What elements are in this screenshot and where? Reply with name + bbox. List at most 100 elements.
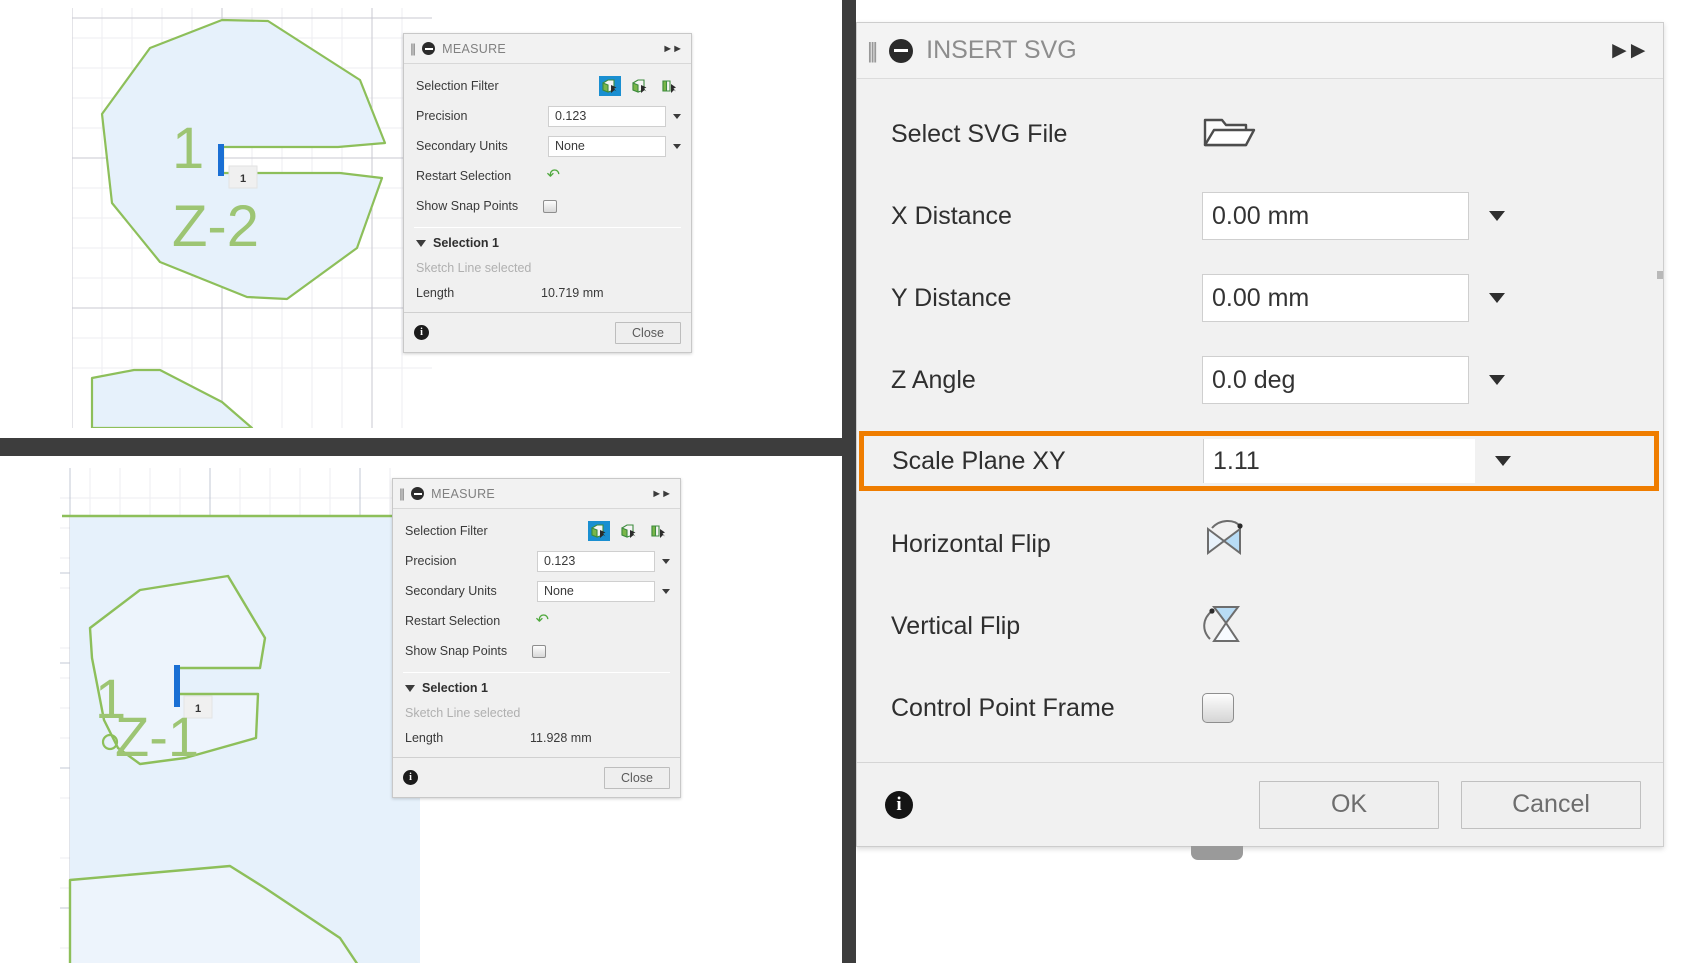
row-secondary-units: Secondary Units None bbox=[404, 131, 691, 161]
minus-circle-icon[interactable] bbox=[411, 487, 425, 500]
measure-palette-footer: i Close bbox=[393, 757, 680, 797]
x-distance-input[interactable]: 0.00 mm bbox=[1202, 192, 1469, 240]
scale-plane-xy-label: Scale Plane XY bbox=[892, 446, 1066, 475]
insert-svg-title: INSERT SVG bbox=[926, 36, 1077, 64]
control-point-frame-checkbox[interactable] bbox=[1202, 693, 1234, 723]
filter-solid-edge-icon[interactable] bbox=[629, 76, 651, 96]
row-scale-plane-xy: Scale Plane XY 1.11 bbox=[859, 431, 1659, 491]
measure-palette-titlebar[interactable]: ||| MEASURE ►► bbox=[404, 34, 691, 64]
z-angle-input[interactable]: 0.0 deg bbox=[1202, 356, 1469, 404]
double-chevron-right-icon[interactable]: ►► bbox=[1607, 37, 1649, 65]
scale-plane-xy-value: 1.11 bbox=[1213, 446, 1260, 475]
insert-svg-dialog[interactable]: ||| INSERT SVG ►► Select SVG File X Dist… bbox=[856, 22, 1664, 860]
info-icon[interactable]: i bbox=[414, 325, 429, 340]
length-label: Length bbox=[416, 286, 455, 300]
chevron-down-icon[interactable] bbox=[1489, 375, 1505, 385]
secondary-units-label: Secondary Units bbox=[405, 584, 497, 598]
sketch-canvas-bottom[interactable]: 1 1 Z-1 bbox=[60, 468, 420, 963]
cancel-button[interactable]: Cancel bbox=[1461, 780, 1641, 829]
secondary-units-dropdown[interactable]: None bbox=[537, 580, 655, 602]
z-angle-label: Z Angle bbox=[891, 365, 976, 394]
row-precision: Precision 0.123 bbox=[393, 546, 680, 576]
y-distance-label: Y Distance bbox=[891, 283, 1012, 312]
selected-sketch-line[interactable] bbox=[218, 144, 224, 176]
info-icon[interactable]: i bbox=[885, 790, 913, 819]
filter-solid-vertex-icon[interactable] bbox=[648, 521, 670, 541]
info-icon[interactable]: i bbox=[403, 770, 418, 785]
restart-selection-label: Restart Selection bbox=[416, 169, 512, 183]
row-selection-filter: Selection Filter bbox=[404, 71, 691, 101]
drag-grip-icon[interactable]: ||| bbox=[410, 41, 416, 56]
double-chevron-right-icon[interactable]: ►► bbox=[651, 488, 672, 500]
precision-value: 0.123 bbox=[544, 554, 576, 568]
divider bbox=[403, 672, 670, 673]
chevron-down-icon[interactable] bbox=[1489, 293, 1505, 303]
insert-svg-viewport: ||| INSERT SVG ►► Select SVG File X Dist… bbox=[856, 0, 1693, 963]
y-distance-value: 0.00 mm bbox=[1212, 283, 1310, 312]
chevron-down-icon[interactable] bbox=[662, 558, 670, 564]
row-selection-filter: Selection Filter bbox=[393, 516, 680, 546]
precision-dropdown[interactable]: 0.123 bbox=[537, 550, 655, 572]
chevron-down-icon[interactable] bbox=[673, 113, 681, 119]
filter-solid-face-icon[interactable] bbox=[599, 76, 621, 96]
show-snap-points-checkbox[interactable] bbox=[532, 644, 546, 658]
row-x-distance: X Distance 0.00 mm bbox=[857, 175, 1663, 257]
selected-sketch-line[interactable] bbox=[174, 665, 180, 707]
row-control-point-frame: Control Point Frame bbox=[857, 667, 1663, 749]
insert-svg-body: Select SVG File X Distance 0.00 mm Y Dis… bbox=[857, 79, 1663, 733]
close-button[interactable]: Close bbox=[615, 321, 681, 344]
double-chevron-right-icon[interactable]: ►► bbox=[662, 43, 683, 55]
chevron-down-icon[interactable] bbox=[1489, 211, 1505, 221]
precision-label: Precision bbox=[405, 554, 457, 568]
show-snap-points-label: Show Snap Points bbox=[416, 199, 519, 213]
show-snap-points-checkbox[interactable] bbox=[543, 199, 557, 213]
chevron-down-icon[interactable] bbox=[673, 143, 681, 149]
selection-status-text: Sketch Line selected bbox=[416, 261, 532, 275]
drag-grip-icon[interactable]: ||| bbox=[867, 38, 878, 64]
row-show-snap-points: Show Snap Points bbox=[393, 636, 680, 666]
filter-solid-edge-icon[interactable] bbox=[618, 521, 640, 541]
undo-arrow-icon[interactable]: ↶ bbox=[536, 613, 549, 629]
secondary-units-dropdown[interactable]: None bbox=[548, 135, 666, 157]
sketch-label-plane: Z-2 bbox=[172, 194, 259, 259]
filter-solid-face-icon[interactable] bbox=[588, 521, 610, 541]
length-readout: Length 10.719 mm bbox=[404, 284, 691, 308]
drag-grip-icon[interactable]: ||| bbox=[399, 486, 405, 501]
chevron-down-icon[interactable] bbox=[662, 588, 670, 594]
row-secondary-units: Secondary Units None bbox=[393, 576, 680, 606]
chevron-down-icon[interactable] bbox=[1495, 456, 1511, 466]
selection-section-header[interactable]: Selection 1 bbox=[393, 677, 680, 701]
selection-status-text: Sketch Line selected bbox=[405, 706, 521, 720]
chevron-down-icon[interactable] bbox=[416, 239, 426, 247]
minus-circle-icon[interactable] bbox=[422, 42, 436, 55]
selection-section-header[interactable]: Selection 1 bbox=[404, 232, 691, 256]
measure-palette-footer: i Close bbox=[404, 312, 691, 352]
x-distance-label: X Distance bbox=[891, 201, 1012, 230]
measure-palette-bottom[interactable]: ||| MEASURE ►► Selection Filter Precisio… bbox=[392, 478, 681, 798]
close-button[interactable]: Close bbox=[604, 766, 670, 789]
ok-button[interactable]: OK bbox=[1259, 780, 1439, 829]
precision-dropdown[interactable]: 0.123 bbox=[548, 105, 666, 127]
y-distance-input[interactable]: 0.00 mm bbox=[1202, 274, 1469, 322]
measure-palette-top[interactable]: ||| MEASURE ►► Selection Filter Precisio… bbox=[403, 33, 692, 353]
open-folder-icon[interactable] bbox=[1202, 111, 1256, 158]
dialog-resize-handle[interactable] bbox=[1191, 846, 1243, 860]
filter-solid-vertex-icon[interactable] bbox=[659, 76, 681, 96]
horizontal-flip-icon[interactable] bbox=[1202, 519, 1252, 570]
insert-svg-titlebar[interactable]: ||| INSERT SVG ►► bbox=[857, 23, 1663, 79]
sketch-canvas-top[interactable]: 1 1 Z-2 bbox=[72, 8, 432, 428]
vertical-flip-icon[interactable] bbox=[1202, 601, 1252, 652]
scale-plane-xy-input[interactable]: 1.11 bbox=[1203, 439, 1475, 483]
precision-value: 0.123 bbox=[555, 109, 587, 123]
divider bbox=[414, 227, 681, 228]
secondary-units-label: Secondary Units bbox=[416, 139, 508, 153]
secondary-units-value: None bbox=[555, 139, 585, 153]
chevron-down-icon[interactable] bbox=[405, 684, 415, 692]
undo-arrow-icon[interactable]: ↶ bbox=[547, 168, 560, 184]
measure-palette-titlebar[interactable]: ||| MEASURE ►► bbox=[393, 479, 680, 509]
bottom-left-viewport: 1 1 Z-1 ||| MEASURE ►► Selection Filter bbox=[0, 456, 842, 963]
minus-circle-icon[interactable] bbox=[889, 38, 914, 63]
selection-filter-label: Selection Filter bbox=[405, 524, 488, 538]
row-z-angle: Z Angle 0.0 deg bbox=[857, 339, 1663, 421]
restart-selection-label: Restart Selection bbox=[405, 614, 501, 628]
